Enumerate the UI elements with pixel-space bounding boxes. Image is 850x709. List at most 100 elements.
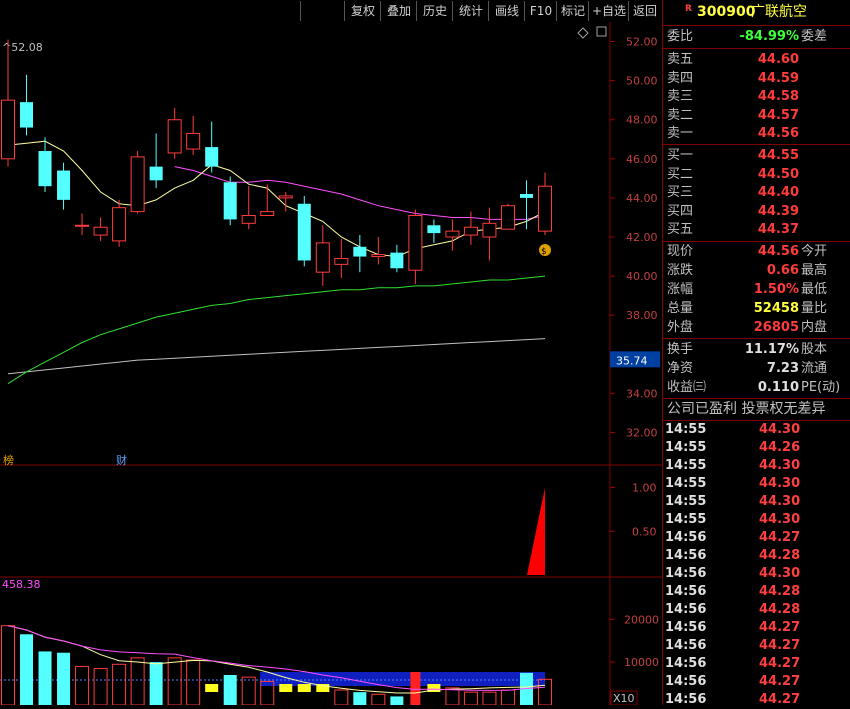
divider	[663, 241, 850, 242]
stat-row: 收益㈢ 0.110 PE(动)	[663, 379, 850, 397]
stat-row-value: 0.66	[766, 263, 799, 278]
stat-row-label: 收益㈢	[667, 380, 707, 395]
volume-band	[260, 672, 545, 686]
candle-body-down	[38, 151, 52, 187]
stat-row-value: 44.56	[757, 244, 799, 259]
buy-level: 买四 44.39	[663, 203, 850, 221]
candle-body-down	[519, 194, 533, 198]
tick-row: 14:55 44.30	[663, 457, 850, 475]
kline-chart[interactable]: 52.00 50.00 48.00 46.00 44.00 42.00 40.00 38.00…	[0, 0, 662, 705]
sell-level-label: 卖二	[667, 107, 694, 123]
sell-level-label: 卖三	[667, 89, 694, 104]
candle-body-down	[20, 102, 34, 128]
stat-row: 换手 11.17% 股本	[663, 341, 850, 359]
tick-time: 14:55	[665, 476, 707, 491]
tick-row: 14:56 44.30	[663, 565, 850, 583]
ma5-line	[7, 140, 546, 258]
volume-bar-up	[186, 659, 201, 705]
tick-row: 14:55 44.30	[663, 475, 850, 493]
volume-bar-down	[390, 696, 404, 705]
stat-row-label2: 今开	[801, 244, 828, 259]
sell-level-label: 卖四	[667, 70, 694, 86]
sell-level-value: 44.58	[757, 89, 799, 104]
candle-body-up	[241, 215, 256, 224]
toolbar-button-8[interactable]: 返回	[628, 1, 661, 21]
tick-price: 44.26	[759, 440, 801, 455]
indicator-spike	[527, 487, 545, 575]
toolbar-button-5[interactable]: F10	[524, 1, 557, 21]
stat-row-label2: PE(动)	[801, 380, 841, 395]
tick-time: 14:56	[665, 530, 707, 545]
divider	[663, 48, 850, 49]
stock-code: 300900	[697, 4, 756, 20]
buy-level-value: 44.40	[757, 185, 799, 200]
sell-level: 卖四 44.59	[663, 70, 850, 88]
chart-toolbar: 复权 叠加 历史 统计 画线 F10 标记 +自选 返回	[0, 0, 660, 22]
weibi-value: -84.99%	[739, 29, 799, 44]
stat-row-label: 总量	[667, 301, 694, 316]
stat-row: 总量 52458 量比	[663, 300, 850, 318]
volume-bar-highlight	[410, 672, 421, 705]
sell-level: 卖一 44.56	[663, 125, 850, 143]
volume-bar-up	[1, 625, 15, 705]
tick-price: 44.30	[759, 566, 801, 581]
buy-level-value: 44.50	[757, 166, 799, 182]
tick-row: 14:56 44.27	[663, 529, 850, 547]
tick-price: 44.30	[759, 512, 801, 527]
buy-level: 买一 44.55	[663, 147, 850, 165]
stat-row-label2: 最高	[801, 263, 828, 278]
sell-level-label: 卖五	[667, 52, 694, 67]
tick-price: 44.27	[759, 530, 801, 545]
tick-time: 14:56	[665, 692, 707, 707]
tick-price: 44.28	[759, 584, 801, 599]
candle-body-up	[315, 242, 330, 273]
buy-level-value: 44.37	[757, 222, 799, 237]
sell-level-label: 卖一	[667, 126, 694, 141]
candle-body-up	[334, 258, 349, 265]
candle-body-down	[427, 225, 441, 234]
sell-level: 卖二 44.57	[663, 107, 850, 125]
toolbar-scroll[interactable]	[300, 1, 343, 21]
stock-header: R 300900 广联航空	[663, 0, 850, 24]
tick-row: 14:56 44.27	[663, 655, 850, 673]
tick-price: 44.30	[759, 422, 801, 437]
sell-level: 卖五 44.60	[663, 51, 850, 69]
volume-bar-down	[223, 675, 237, 705]
sell-level: 卖三 44.58	[663, 88, 850, 106]
toolbar-button-0[interactable]: 复权	[344, 1, 381, 21]
tick-time: 14:56	[665, 548, 707, 563]
tick-row: 14:55 44.30	[663, 421, 850, 439]
candle-body-up	[167, 119, 182, 154]
price-axis-label: 34.00	[626, 387, 658, 400]
tick-time: 14:56	[665, 656, 707, 671]
volume-bar-down	[57, 652, 71, 705]
toolbar-button-2[interactable]: 历史	[416, 1, 453, 21]
candle-body-up	[500, 205, 515, 230]
tick-price: 44.28	[759, 548, 801, 563]
tick-time: 14:56	[665, 638, 707, 653]
toolbar-button-1[interactable]: 叠加	[380, 1, 417, 21]
tick-price: 44.28	[759, 602, 801, 617]
toolbar-button-7[interactable]: +自选	[588, 1, 629, 21]
candle-body-down	[205, 147, 219, 167]
settings-box-icon	[596, 26, 607, 37]
tick-row: 14:55 44.30	[663, 493, 850, 511]
divider	[663, 144, 850, 145]
stat-row: 现价 44.56 今开	[663, 243, 850, 261]
ma60-line	[7, 338, 546, 375]
stat-row-label: 现价	[667, 244, 694, 259]
toolbar-button-4[interactable]: 画线	[488, 1, 525, 21]
divider	[663, 398, 850, 399]
stat-row-label2: 内盘	[801, 320, 828, 335]
toolbar-button-6[interactable]: 标记	[556, 1, 589, 21]
tick-time: 14:55	[665, 440, 707, 455]
toolbar-button-3[interactable]: 统计	[452, 1, 489, 21]
buy-level-value: 44.55	[757, 148, 799, 163]
tick-row: 14:56 44.27	[663, 637, 850, 655]
stat-row-value: 7.23	[766, 361, 799, 376]
ma20-line	[7, 275, 546, 385]
tick-price: 44.30	[759, 476, 801, 491]
candle-body-up	[445, 230, 460, 238]
sell-level-value: 44.60	[757, 52, 799, 67]
stat-row-label2: 流通	[801, 361, 828, 376]
